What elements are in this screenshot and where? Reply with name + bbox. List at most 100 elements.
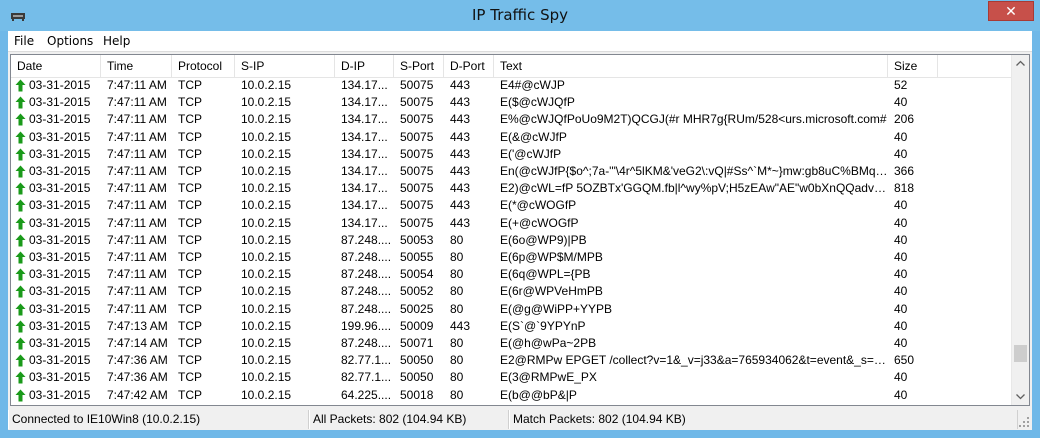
scroll-thumb[interactable]: [1014, 345, 1027, 362]
column-header-d-ip[interactable]: D-IP: [335, 55, 394, 77]
cell-time: 7:47:11 AM: [107, 284, 167, 299]
table-row[interactable]: 03-31-2015 7:47:11 AM TCP 10.0.2.15 87.248..…: [11, 249, 1013, 266]
cell-d-port: 443: [450, 181, 471, 196]
green-up-arrow-icon: [15, 148, 26, 161]
cell-protocol: TCP: [178, 232, 202, 247]
cell-time: 7:47:11 AM: [107, 146, 167, 161]
cell-time: 7:47:14 AM: [107, 336, 168, 350]
table-row[interactable]: 03-31-2015 7:47:11 AM TCP 10.0.2.15 134.17..…: [11, 111, 1013, 128]
table-row[interactable]: 03-31-2015 7:47:11 AM TCP 10.0.2.15 87.248..…: [11, 266, 1013, 283]
cell-s-ip: 10.0.2.15: [241, 146, 292, 161]
table-row[interactable]: 03-31-2015 7:47:36 AM TCP 10.0.2.15 82.77.1.…: [11, 352, 1013, 369]
cell-s-port: 50050: [400, 353, 434, 368]
green-up-arrow-icon: [15, 131, 26, 144]
cell-s-port: 50075: [400, 78, 434, 92]
cell-s-port: 50075: [400, 215, 434, 230]
cell-s-ip: 10.0.2.15: [241, 129, 292, 144]
cell-size: 818: [894, 181, 915, 196]
cell-s-port: 50053: [400, 232, 434, 247]
column-header-s-ip[interactable]: S-IP: [235, 55, 335, 77]
table-row[interactable]: 03-31-2015 7:47:11 AM TCP 10.0.2.15 134.17..…: [11, 215, 1013, 232]
cell-size: 40: [894, 318, 908, 333]
table-row[interactable]: 03-31-2015 7:47:11 AM TCP 10.0.2.15 134.17..…: [11, 197, 1013, 214]
column-header-d-port[interactable]: D-Port: [444, 55, 494, 77]
table-row[interactable]: 03-31-2015 7:47:11 AM TCP 10.0.2.15 87.248..…: [11, 232, 1013, 249]
cell-text: E(&@cWJfP: [500, 129, 567, 144]
column-header-protocol[interactable]: Protocol: [172, 55, 235, 77]
cell-d-port: 80: [450, 336, 464, 350]
close-button[interactable]: ✕: [988, 1, 1034, 21]
cell-size: 40: [894, 198, 908, 213]
cell-d-ip: 134.17...: [341, 95, 388, 110]
column-header-time[interactable]: Time: [101, 55, 172, 77]
cell-d-ip: 134.17...: [341, 164, 388, 178]
cell-time: 7:47:11 AM: [107, 232, 167, 247]
list-header: Date Time Protocol S-IP D-IP S-Port D-Port Text…: [11, 55, 1013, 78]
cell-s-ip: 10.0.2.15: [241, 95, 292, 110]
packet-list[interactable]: Date Time Protocol S-IP D-IP S-Port D-Port Text…: [10, 54, 1030, 406]
cell-protocol: TCP: [178, 198, 202, 213]
cell-s-port: 50054: [400, 267, 434, 282]
menu-options[interactable]: Options: [47, 34, 93, 48]
table-row[interactable]: 03-31-2015 7:47:11 AM TCP 10.0.2.15 134.17..…: [11, 163, 1013, 180]
scroll-up-icon[interactable]: [1012, 55, 1029, 72]
cell-d-port: 80: [450, 353, 464, 368]
cell-time: 7:47:11 AM: [107, 112, 167, 127]
table-row[interactable]: 03-31-2015 7:47:11 AM TCP 10.0.2.15 134.17..…: [11, 180, 1013, 197]
cell-s-port: 50075: [400, 95, 434, 110]
menu-help[interactable]: Help: [103, 34, 130, 48]
cell-d-ip: 87.248....: [341, 250, 392, 264]
column-header-date[interactable]: Date: [11, 55, 101, 77]
cell-time: 7:47:11 AM: [107, 198, 167, 213]
cell-protocol: TCP: [178, 370, 202, 385]
cell-d-port: 80: [450, 284, 464, 299]
cell-size: 206: [894, 112, 915, 127]
table-row[interactable]: 03-31-2015 7:47:14 AM TCP 10.0.2.15 87.248..…: [11, 335, 1013, 352]
cell-s-port: 50018: [400, 387, 434, 402]
table-row[interactable]: 03-31-2015 7:47:11 AM TCP 10.0.2.15 87.248..…: [11, 301, 1013, 318]
table-row[interactable]: 03-31-2015 7:47:42 AM TCP 10.0.2.15 64.225..…: [11, 387, 1013, 404]
cell-protocol: TCP: [178, 301, 202, 316]
resize-grip-icon[interactable]: [1018, 416, 1030, 428]
column-header-text[interactable]: Text: [494, 55, 888, 77]
cell-s-port: 50075: [400, 181, 434, 196]
cell-text: E4#@cWJP: [500, 78, 565, 92]
cell-text: E2)@cWL=fP 5OZBTx'GGQM.fb|l^wy%pV;H5zEAw…: [500, 181, 888, 196]
status-all-packets: All Packets: 802 (104.94 KB): [309, 410, 509, 429]
menu-file[interactable]: File: [14, 34, 34, 48]
cell-size: 40: [894, 95, 908, 110]
cell-s-port: 50052: [400, 284, 434, 299]
cell-size: 40: [894, 146, 908, 161]
table-row[interactable]: 03-31-2015 7:47:11 AM TCP 10.0.2.15 134.17..…: [11, 94, 1013, 111]
table-row[interactable]: 03-31-2015 7:47:11 AM TCP 10.0.2.15 87.248..…: [11, 283, 1013, 300]
cell-protocol: TCP: [178, 95, 202, 110]
cell-s-port: 50075: [400, 112, 434, 127]
column-header-size[interactable]: Size: [888, 55, 938, 77]
cell-text: E(6o@WP9)|PB: [500, 232, 587, 247]
scroll-down-icon[interactable]: [1012, 388, 1029, 405]
cell-protocol: TCP: [178, 181, 202, 196]
cell-protocol: TCP: [178, 129, 202, 144]
title-bar[interactable]: IP Traffic Spy ✕: [0, 0, 1040, 31]
cell-time: 7:47:36 AM: [107, 353, 168, 368]
cell-time: 7:47:11 AM: [107, 267, 167, 282]
cell-d-ip: 134.17...: [341, 215, 388, 230]
table-row[interactable]: 03-31-2015 7:47:11 AM TCP 10.0.2.15 134.17..…: [11, 129, 1013, 146]
cell-text: E(@h@wPa~2PB: [500, 336, 597, 350]
table-row[interactable]: 03-31-2015 7:47:11 AM TCP 10.0.2.15 134.17..…: [11, 146, 1013, 163]
cell-text: E(3@RMPwE_PX: [500, 370, 597, 385]
green-up-arrow-icon: [15, 268, 26, 281]
vertical-scrollbar[interactable]: [1011, 55, 1029, 405]
app-window: IP Traffic Spy ✕ File Options Help Date T…: [0, 0, 1040, 438]
cell-d-port: 443: [450, 164, 471, 178]
cell-d-ip: 87.248....: [341, 284, 392, 299]
table-row[interactable]: 03-31-2015 7:47:36 AM TCP 10.0.2.15 82.77.1.…: [11, 369, 1013, 386]
green-up-arrow-icon: [15, 199, 26, 212]
cell-time: 7:47:42 AM: [107, 387, 168, 402]
cell-s-port: 50055: [400, 250, 434, 264]
cell-protocol: TCP: [178, 318, 202, 333]
table-row[interactable]: 03-31-2015 7:47:11 AM TCP 10.0.2.15 134.17..…: [11, 77, 1013, 94]
table-row[interactable]: 03-31-2015 7:47:13 AM TCP 10.0.2.15 199.96..…: [11, 318, 1013, 335]
cell-s-ip: 10.0.2.15: [241, 112, 292, 127]
column-header-s-port[interactable]: S-Port: [394, 55, 444, 77]
